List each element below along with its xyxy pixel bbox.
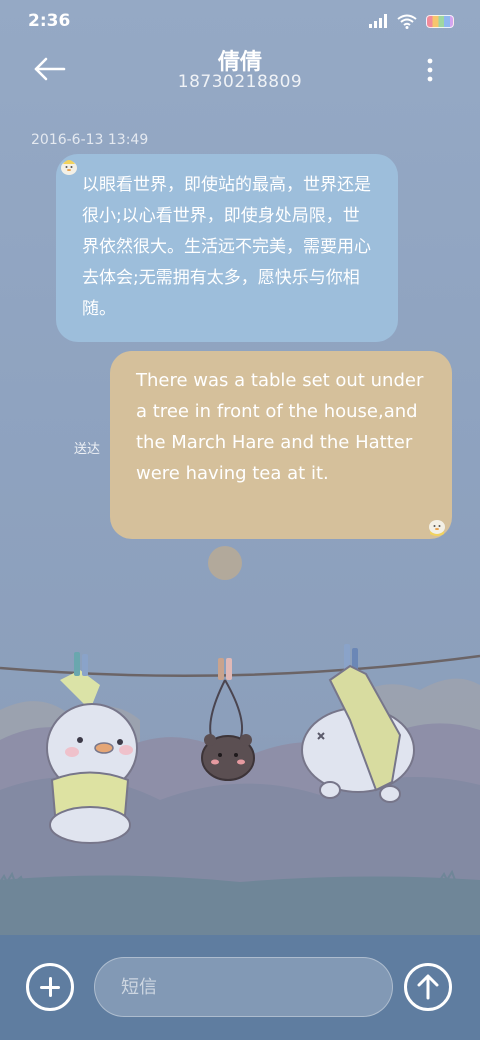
status-icons [368,14,454,29]
duck-sticker-icon [61,160,77,175]
wallpaper-illustration [0,644,480,935]
sun-decoration [208,546,242,580]
composer-bar [0,935,480,1040]
duck-character [46,652,138,844]
incoming-message-bubble[interactable]: 以眼看世界，即使站的最高，世界还是很小;以心看世界，即使身处局限，世界依然很大。… [56,154,398,342]
more-options-icon[interactable] [420,56,440,84]
signal-icon [369,14,387,28]
incoming-message-text: 以眼看世界，即使站的最高，世界还是很小;以心看世界，即使身处局限，世界依然很大。… [82,175,371,319]
duck-sticker-icon [429,520,445,536]
battery-icon [426,14,454,28]
contact-phone-number: 18730218809 [177,72,303,92]
delivery-status: 送达 [74,442,101,457]
outgoing-message-bubble[interactable]: There was a table set out under a tree i… [110,351,452,539]
status-bar: 2:36 [0,0,480,42]
status-time: 2:36 [28,11,71,31]
cat-character [301,644,415,803]
send-button[interactable] [404,963,452,1011]
outgoing-message-text: There was a table set out under a tree i… [136,370,424,484]
message-timestamp: 2016-6-13 13:49 [31,132,149,148]
message-input[interactable] [94,957,393,1017]
send-arrow-icon [417,974,439,1000]
conversation-header: 倩倩 18730218809 [0,42,480,102]
wifi-icon [397,14,417,29]
add-attachment-button[interactable] [26,963,74,1011]
